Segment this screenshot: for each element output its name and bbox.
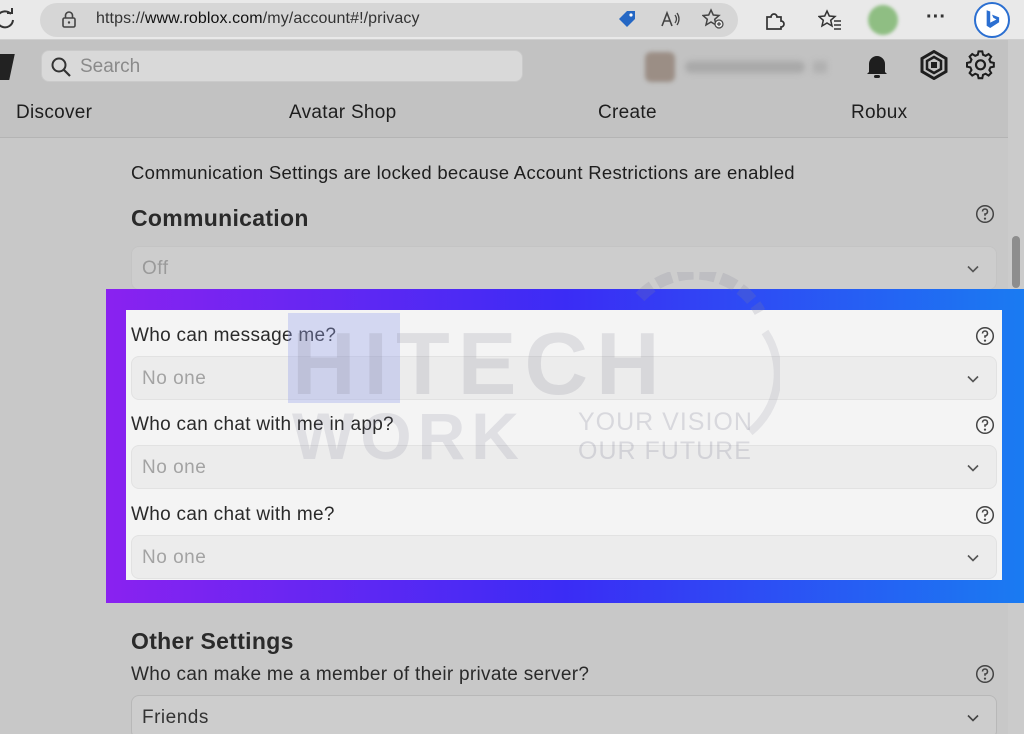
chat-in-app-value: No one [142,457,207,478]
user-avatar [645,52,675,82]
chevron-down-icon [967,714,979,722]
search-placeholder: Search [80,56,141,77]
communication-heading: Communication [131,205,309,231]
chevron-down-icon [967,554,979,562]
message-select[interactable]: No one [131,356,997,400]
nav-create[interactable]: Create [598,102,657,124]
extensions-icon[interactable] [762,8,786,32]
scrollbar-thumb[interactable] [1012,236,1020,288]
chevron-down-icon [967,375,979,383]
message-value: No one [142,368,207,389]
browser-toolbar: https://www.roblox.com/my/account#!/priv… [0,0,1024,40]
communication-select[interactable]: Off [131,246,997,290]
read-aloud-icon[interactable] [660,8,682,30]
username-blurred [685,61,805,73]
url-text[interactable]: https://www.roblox.com/my/account#!/priv… [96,10,420,28]
nav-discover[interactable]: Discover [16,102,92,124]
dropdown-icon [813,61,827,73]
tag-icon[interactable] [616,8,638,30]
chevron-down-icon [967,265,979,273]
user-profile-blurred[interactable] [645,52,835,82]
favorite-add-icon[interactable] [702,8,724,30]
question-label-chat-in-app: Who can chat with me in app? [131,414,394,435]
help-icon[interactable] [975,415,995,435]
chat-value: No one [142,547,207,568]
help-icon[interactable] [975,326,995,346]
chat-select[interactable]: No one [131,535,997,579]
private-server-select[interactable]: Friends [131,695,997,734]
notifications-bell-icon[interactable] [862,50,892,80]
other-settings-heading: Other Settings [131,628,294,654]
help-icon[interactable] [975,505,995,525]
reload-icon[interactable] [0,8,16,30]
robux-icon[interactable] [919,50,949,80]
lock-icon[interactable] [60,10,78,28]
settings-gear-icon[interactable] [966,50,996,80]
chat-in-app-select[interactable]: No one [131,445,997,489]
question-label-private-server: Who can make me a member of their privat… [131,664,590,685]
favorites-icon[interactable] [818,8,842,32]
help-icon[interactable] [975,664,995,684]
question-label-message: Who can message me? [131,325,337,346]
profile-avatar[interactable] [868,5,898,35]
more-menu-icon[interactable]: ··· [926,6,950,30]
chevron-down-icon [967,464,979,472]
roblox-logo[interactable] [0,54,15,80]
communication-value: Off [142,258,169,279]
question-label-chat: Who can chat with me? [131,504,335,525]
search-icon [51,57,71,77]
restriction-notice: Communication Settings are locked becaus… [131,162,795,183]
roblox-top-nav: Search Discover Avatar Shop Create Robux [0,40,1008,138]
nav-robux[interactable]: Robux [851,102,907,124]
search-input[interactable]: Search [41,50,523,82]
private-server-value: Friends [142,707,209,728]
nav-avatar-shop[interactable]: Avatar Shop [289,102,397,124]
help-icon[interactable] [975,204,995,224]
bing-chat-icon[interactable] [974,2,1010,38]
